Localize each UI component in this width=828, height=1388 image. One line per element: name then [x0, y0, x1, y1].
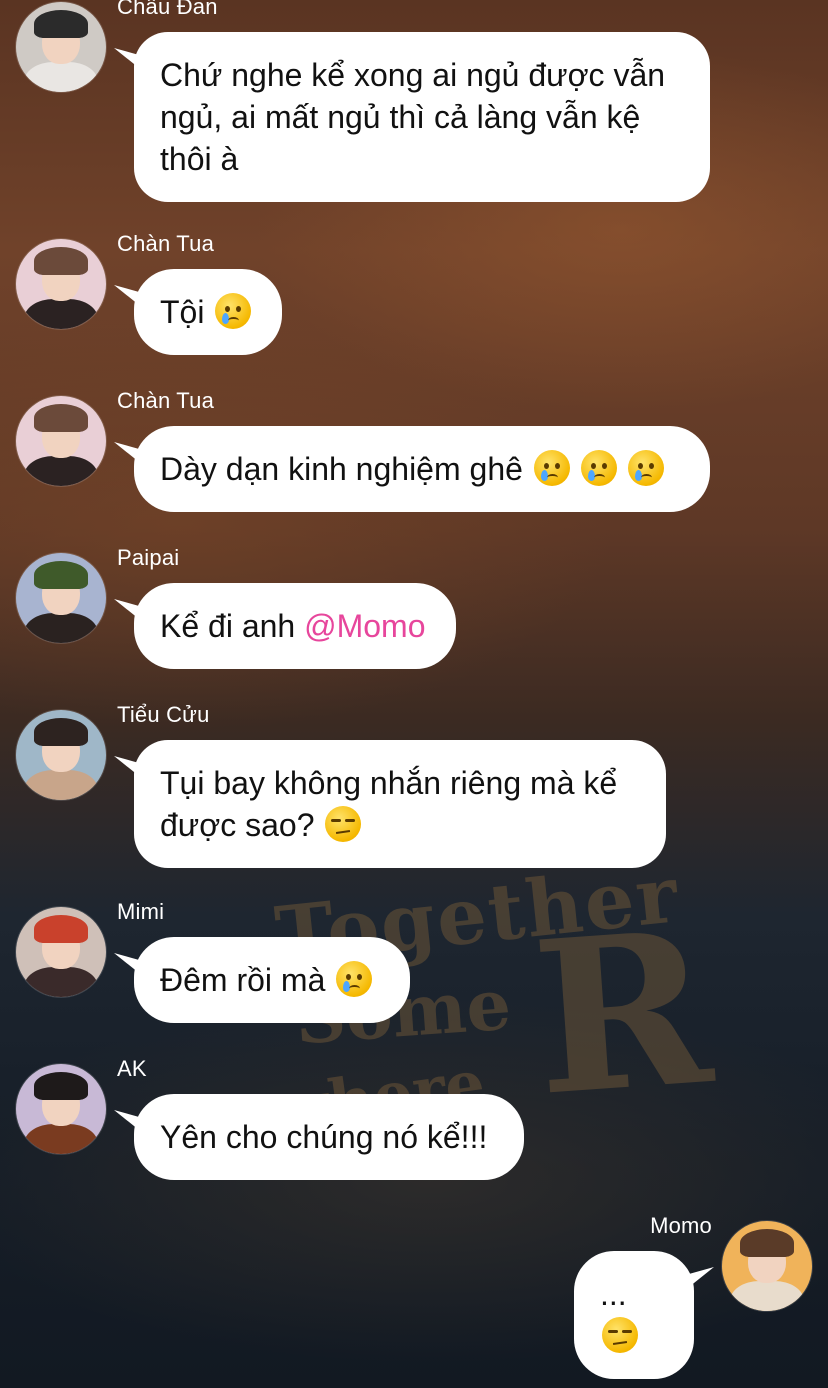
- message-text: Kể đi anh: [160, 608, 305, 644]
- crying-face-icon: [533, 450, 570, 486]
- background-letter: R: [526, 884, 718, 1143]
- sender-name[interactable]: Mimi: [117, 899, 164, 925]
- crying-face-icon: [336, 961, 373, 997]
- message-bubble[interactable]: ...: [574, 1251, 694, 1379]
- sender-name[interactable]: Momo: [650, 1213, 712, 1239]
- avatar-hair: [34, 561, 88, 589]
- emoji-mouth: [546, 474, 558, 481]
- sender-name[interactable]: Paipai: [117, 545, 179, 571]
- avatar[interactable]: [16, 2, 106, 92]
- message-bubble[interactable]: Dày dạn kinh nghiệm ghê: [134, 426, 710, 512]
- message-bubble[interactable]: Yên cho chúng nó kể!!!: [134, 1094, 524, 1180]
- message-text: Yên cho chúng nó kể!!!: [160, 1119, 488, 1155]
- avatar-body: [24, 770, 98, 800]
- avatar[interactable]: [16, 239, 106, 329]
- emoji-mouth: [228, 317, 240, 324]
- avatar[interactable]: [16, 907, 106, 997]
- avatar-body: [24, 456, 98, 486]
- avatar-hair: [34, 10, 88, 38]
- avatar-body: [24, 62, 98, 92]
- message-text: Tụi bay không nhắn riêng mà kể được sao?: [160, 765, 618, 843]
- avatar-body: [24, 1124, 98, 1154]
- message-bubble[interactable]: Đêm rồi mà: [134, 937, 410, 1023]
- avatar-body: [730, 1281, 804, 1311]
- message-bubble[interactable]: Kể đi anh @Momo: [134, 583, 456, 669]
- avatar-body: [24, 967, 98, 997]
- avatar-hair: [34, 915, 88, 943]
- unamused-face-icon: [602, 1317, 638, 1353]
- message-bubble[interactable]: Tội: [134, 269, 282, 355]
- avatar-hair: [34, 404, 88, 432]
- message-text: ...: [600, 1276, 627, 1312]
- emoji-mouth: [640, 474, 652, 481]
- sender-name[interactable]: Chàn Tua: [117, 388, 214, 414]
- message-bubble[interactable]: Chứ nghe kể xong ai ngủ được vẫn ngủ, ai…: [134, 32, 710, 202]
- emoji-mouth: [593, 474, 605, 481]
- crying-face-icon: [215, 293, 252, 329]
- crying-face-icon: [627, 450, 664, 486]
- avatar-hair: [34, 247, 88, 275]
- sender-name[interactable]: Tiểu Cửu: [117, 702, 210, 728]
- avatar-body: [24, 613, 98, 643]
- avatar[interactable]: [16, 710, 106, 800]
- avatar[interactable]: [16, 1064, 106, 1154]
- unamused-face-icon: [325, 806, 362, 842]
- crying-face-icon: [580, 450, 617, 486]
- emoji-mouth: [612, 1341, 628, 1345]
- message-text: Đêm rồi mà: [160, 962, 335, 998]
- avatar[interactable]: [16, 553, 106, 643]
- sender-name[interactable]: Chàn Tua: [117, 231, 214, 257]
- message-text: Tội: [160, 294, 214, 330]
- emoji-mouth: [349, 985, 361, 992]
- avatar-hair: [740, 1229, 794, 1257]
- avatar[interactable]: [722, 1221, 812, 1311]
- message-text: Chứ nghe kể xong ai ngủ được vẫn ngủ, ai…: [160, 57, 666, 177]
- emoji-mouth: [336, 830, 351, 834]
- sender-name[interactable]: AK: [117, 1056, 147, 1082]
- sender-name[interactable]: Châu Đan: [117, 0, 218, 20]
- avatar[interactable]: [16, 396, 106, 486]
- avatar-hair: [34, 718, 88, 746]
- mention-link[interactable]: @Momo: [304, 608, 425, 644]
- avatar-body: [24, 299, 98, 329]
- message-text: Dày dạn kinh nghiệm ghê: [160, 451, 532, 487]
- avatar-hair: [34, 1072, 88, 1100]
- message-bubble[interactable]: Tụi bay không nhắn riêng mà kể được sao?: [134, 740, 666, 868]
